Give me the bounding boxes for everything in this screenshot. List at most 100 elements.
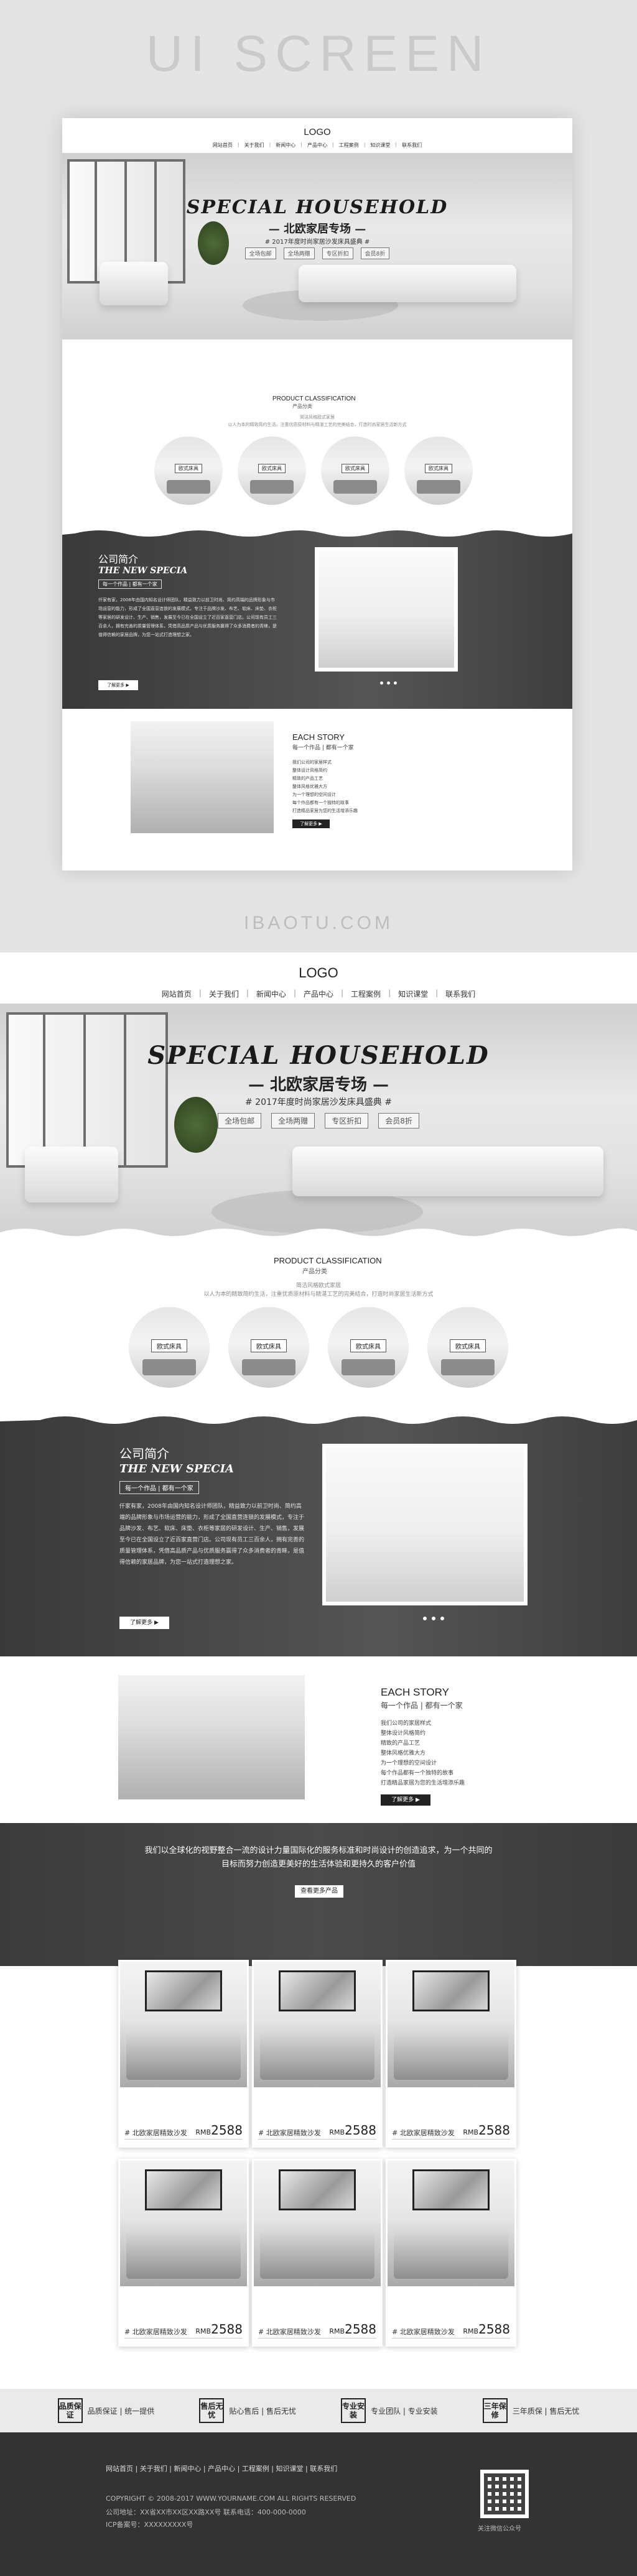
tag-member[interactable]: 会员8折 [378,1113,419,1129]
story-item: 精致的产品工艺 [381,1740,421,1747]
classification-desc-1: 简洁风格欧式家居 [300,415,335,420]
product-card[interactable]: # 北欧家居精致沙发 RMB2588 [386,1960,516,2148]
category-circle[interactable]: 欧式床具 [404,436,473,505]
product-card[interactable]: # 北欧家居精致沙发 RMB2588 [252,2159,383,2347]
nav-knowledge[interactable]: 知识课堂 [370,142,390,149]
story-subheading: 每一个作品 | 都有一个家 [381,1701,463,1710]
nav-cases[interactable]: 工程案例 [351,989,381,999]
about-badge: 每一个作品 | 都有一个家 [98,579,162,589]
nav-news[interactable]: 新闻中心 [256,989,286,999]
nav-separator: | [435,989,439,997]
tag-free-shipping[interactable]: 全场包邮 [244,247,276,259]
sofa-image [292,1147,603,1196]
nav-separator: | [246,989,249,997]
tag-discount[interactable]: 专区折扣 [325,1113,369,1129]
story-subheading: 每一个作品 | 都有一个家 [292,745,354,751]
product-name: # 北欧家居精致沙发 [392,2129,455,2137]
preview-page: LOGO 网站首页 | 关于我们 | 新闻中心 | 产品中心 | 工程案例 | 知识课堂 |… [62,118,572,870]
product-image [254,2161,381,2286]
service-features: 品质保证 品质保证 | 统一提供 售后无忧 贴心售后 | 售后无忧 专业安装 专业团队… [0,2389,637,2432]
install-badge-icon: 专业安装 [341,2398,366,2423]
category-label: 欧式床具 [350,1339,386,1352]
about-heading: 公司简介 [119,1446,169,1461]
story-item: 为一个理想的空间设计 [292,792,336,797]
nav-contact[interactable]: 联系我们 [445,989,475,999]
hero-title: SPECIAL HOUSEHOLD [147,1041,490,1070]
product-card[interactable]: # 北欧家居精致沙发 RMB2588 [386,2159,516,2347]
product-card[interactable]: # 北欧家居精致沙发 RMB2588 [118,1960,249,2148]
nav-cases[interactable]: 工程案例 [339,142,359,149]
nav-home[interactable]: 网站首页 [213,142,233,149]
hero-banner: SPECIAL HOUSEHOLD — 北欧家居专场 — # 2017年度时尚家… [62,153,572,339]
carousel-dots[interactable] [421,1617,447,1620]
footer: 网站首页 | 关于我们 | 新闻中心 | 产品中心 | 工程案例 | 知识课堂 … [0,2432,637,2576]
story-item: 我们公司的家居样式 [292,760,332,765]
story-item: 打造精品家居为您的生活增添乐趣 [292,808,358,813]
nav-contact[interactable]: 联系我们 [402,142,422,149]
tag-gift[interactable]: 全场两赠 [283,247,315,259]
category-circle[interactable]: 欧式床具 [129,1307,210,1388]
footer-links[interactable]: 网站首页 | 关于我们 | 新闻中心 | 产品中心 | 工程案例 | 知识课堂 … [106,2463,337,2473]
currency-label: RMB [463,2327,479,2335]
nav-news[interactable]: 新闻中心 [276,142,295,149]
category-circle[interactable]: 欧式床具 [228,1307,309,1388]
about-more-button[interactable]: 了解更多 ▶ [119,1617,169,1629]
currency-label: RMB [329,2327,345,2335]
banner-text-2: 目标而努力创造更美好的生活体验和更持久的客户价值 [221,1860,416,1869]
classification-desc-2: 以人为本的精致简约生活，注重优质原材料与精湛工艺的完美结合，打造时尚家居生活新方… [228,422,407,427]
logo[interactable]: LOGO [0,965,637,981]
product-card[interactable]: # 北欧家居精致沙发 RMB2588 [118,2159,249,2347]
product-image [388,1962,514,2087]
story-image [131,721,274,833]
hero-tagline: # 2017年度时尚家居沙发床具盛典 # [264,239,370,246]
story-more-button[interactable]: 了解更多 ▶ [381,1794,430,1806]
nav-about[interactable]: 关于我们 [244,142,264,149]
about-heading: 公司简介 [98,553,139,565]
nav-products[interactable]: 产品中心 [307,142,327,149]
story-list: 我们公司的家居样式 整体设计风格简约 精致的产品工艺 整体风格优雅大方 为一个理… [292,759,358,815]
price-value: 2588 [345,2322,376,2337]
view-more-products-button[interactable]: 查看更多产品 [295,1885,343,1898]
product-price: RMB2588 [463,2322,510,2337]
category-circle[interactable]: 欧式床具 [238,436,306,505]
nav-home[interactable]: 网站首页 [162,989,192,999]
story-item: 我们公司的家居样式 [381,1720,432,1727]
nav-separator: | [293,989,296,997]
nav-separator: | [341,989,344,997]
logo[interactable]: LOGO [62,127,572,137]
nav-about[interactable]: 关于我们 [209,989,239,999]
screen-title: UI SCREEN [146,25,491,82]
tag-gift[interactable]: 全场两赠 [271,1113,315,1129]
story-more-button[interactable]: 了解更多 ▶ [292,819,330,828]
tag-free-shipping[interactable]: 全场包邮 [218,1113,262,1129]
product-card[interactable]: # 北欧家居精致沙发 RMB2588 [252,1960,383,2148]
classification-subtitle: 产品分类 [302,1268,327,1275]
category-circle[interactable]: 欧式床具 [321,436,389,505]
about-english: THE NEW SPECIA [119,1462,235,1475]
product-name: # 北欧家居精致沙发 [258,2328,321,2336]
quality-badge-icon: 品质保证 [57,2398,83,2423]
lounge-chair-image [100,262,168,305]
category-circle[interactable]: 欧式床具 [154,436,223,505]
product-image [254,1962,381,2087]
currency-label: RMB [195,2327,212,2335]
watermark: IBAOTU.COM [243,913,393,933]
nav-separator: | [300,142,302,147]
nav-separator: | [269,142,271,147]
about-more-button[interactable]: 了解更多 ▶ [98,680,138,690]
nav-knowledge[interactable]: 知识课堂 [398,989,428,999]
tag-member[interactable]: 会员8折 [360,247,390,259]
nav-products[interactable]: 产品中心 [304,989,333,999]
carousel-dots[interactable] [378,681,399,685]
story-item: 每个作品都有一个独特的故事 [381,1770,454,1776]
aftersales-badge-icon: 售后无忧 [199,2398,225,2423]
category-circle[interactable]: 欧式床具 [328,1307,409,1388]
tag-discount[interactable]: 专区折扣 [322,247,353,259]
about-room-image [315,547,458,672]
full-page: LOGO 网站首页 | 关于我们 | 新闻中心 | 产品中心 | 工程案例 | 知识课堂 |… [0,953,637,2576]
category-circle[interactable]: 欧式床具 [427,1307,508,1388]
footer-icp: ICP备案号：XXXXXXXXX号 [106,2521,193,2529]
about-text: 仟家有家，2008年由国内知名设计师团队，精益致力以前卫时尚、简约高端的品牌形象… [119,1503,305,1566]
story-item: 为一个理想的空间设计 [381,1760,437,1766]
price-value: 2588 [478,2322,510,2337]
